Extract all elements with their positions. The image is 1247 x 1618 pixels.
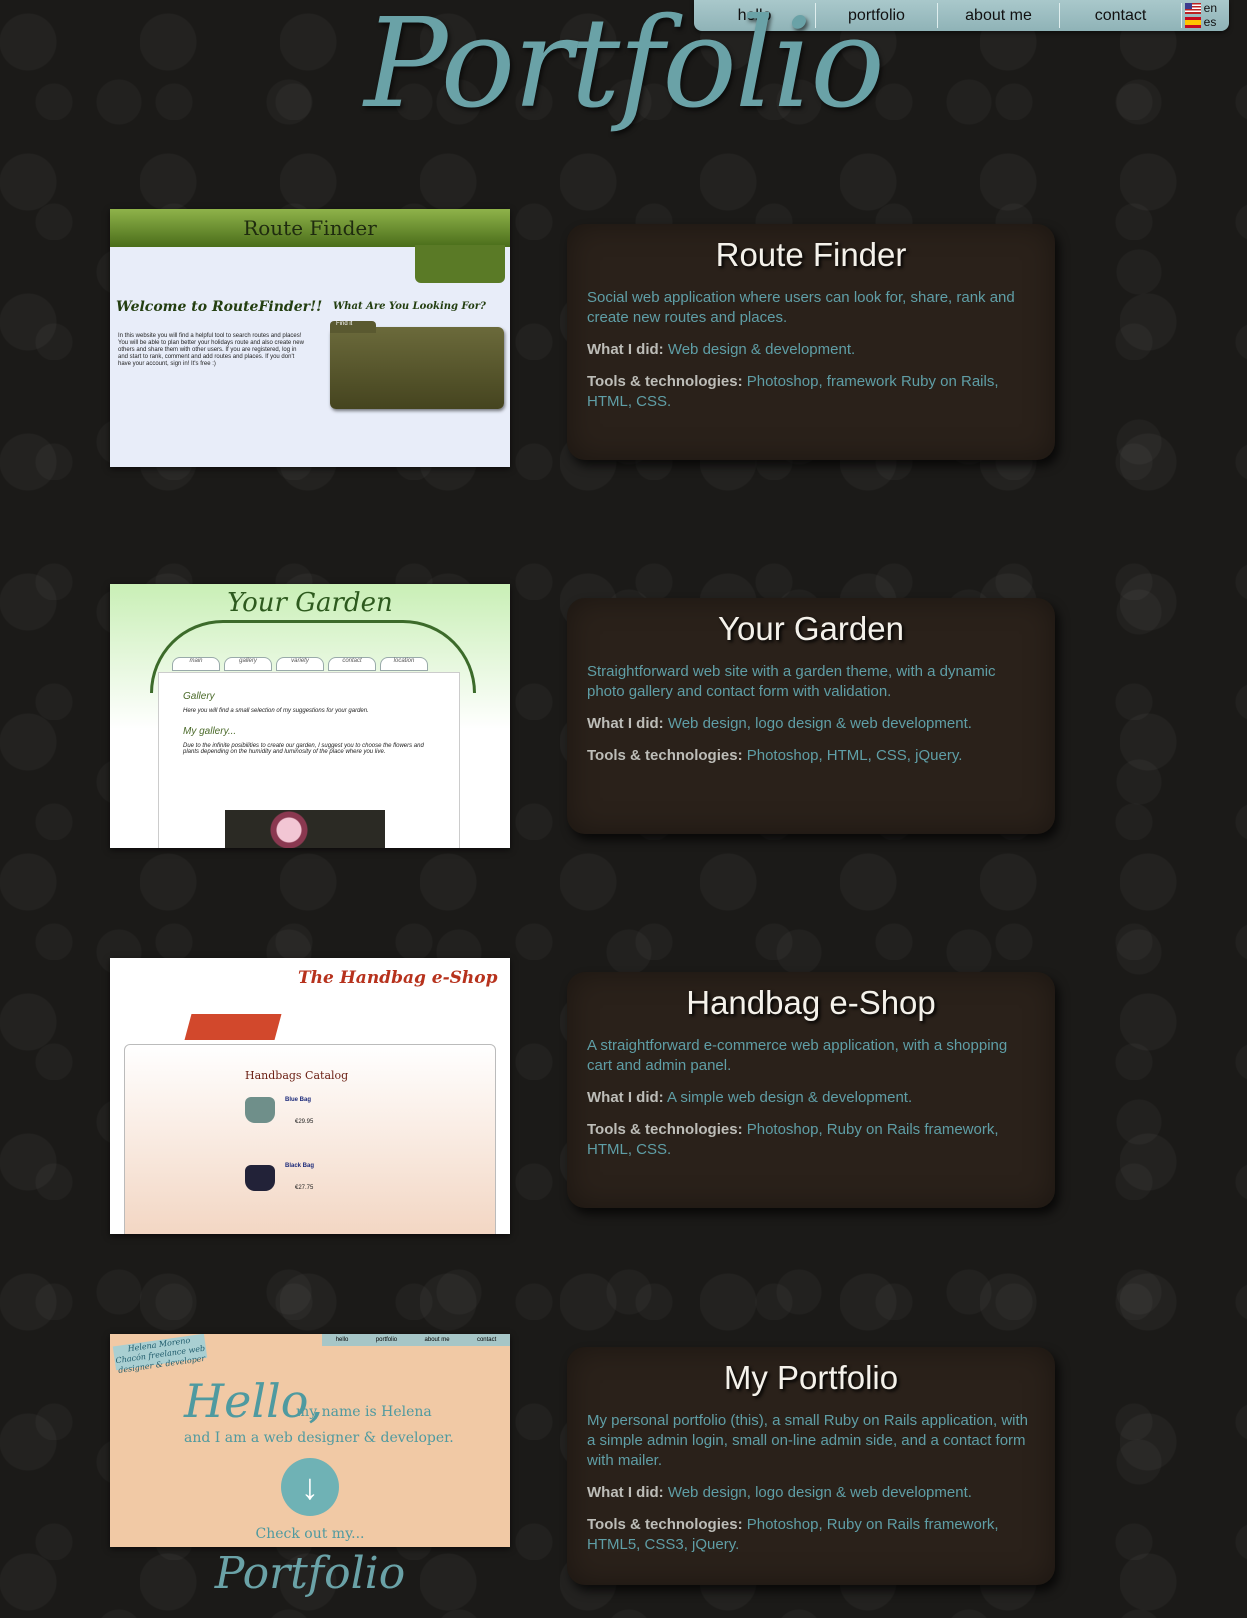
yg-tabs: main gallery variety contact location [172, 657, 428, 671]
hb-frame: Handbags Catalog Blue Bag €29.95 Black B… [124, 1044, 496, 1234]
mp-check: Check out my... [255, 1526, 365, 1542]
yg-tab: gallery [224, 657, 272, 671]
hb-item1: Blue Bag [285, 1097, 312, 1103]
project-what: What I did: Web design, logo design & we… [587, 1484, 972, 1501]
project-title: Your Garden [718, 610, 904, 647]
hb-title: The Handbag e-Shop [298, 968, 498, 988]
project-what: What I did: Web design, logo design & we… [587, 715, 972, 732]
site-title: Portfolio [364, 0, 885, 136]
your-garden-screenshot[interactable]: Your Garden main gallery variety contact… [110, 584, 510, 848]
rf-intro: In this website you will find a helpful … [118, 333, 304, 367]
handbag-shop-screenshot[interactable]: The Handbag e-Shop Handbags Catalog Blue… [110, 958, 510, 1234]
project-card-my-portfolio: My Portfolio My personal portfolio (this… [567, 1347, 1055, 1585]
project-card-your-garden: Your Garden Straightforward web site wit… [567, 598, 1055, 834]
project-card-handbag-eshop: Handbag e-Shop A straightforward e-comme… [567, 972, 1055, 1208]
rf-looking: What Are You Looking For? [333, 301, 486, 312]
hb-item2-price: €27.75 [295, 1185, 314, 1191]
yg-logo: Your Garden [227, 588, 393, 618]
rf-header: Route Finder [110, 209, 510, 247]
project-description: My personal portfolio (this), a small Ru… [587, 1412, 1029, 1469]
mp-portfolio-script: Portfolio [214, 1548, 406, 1599]
yg-subheading: My gallery... [183, 726, 237, 737]
red-rug-illustration [184, 1014, 282, 1040]
rf-find-panel: Find it [330, 321, 504, 409]
project-title: Route Finder [715, 236, 907, 273]
black-bag-icon [245, 1165, 275, 1191]
project-card-route-finder: Route Finder Social web application wher… [567, 224, 1055, 460]
flower-photo [225, 810, 385, 848]
project-what: What I did: A simple web design & develo… [587, 1089, 913, 1106]
project-description: Social web application where users can l… [587, 289, 1015, 326]
project-tools: Tools & technologies: Photoshop, Ruby on… [587, 1516, 999, 1553]
mp-name: my name is Helena [296, 1404, 432, 1420]
hb-item1-price: €29.95 [295, 1119, 314, 1125]
project-what: What I did: Web design & development. [587, 341, 856, 358]
rf-login-box [415, 245, 505, 283]
hb-catalog: Handbags Catalog [245, 1069, 349, 1082]
down-arrow-icon: ↓ [281, 1458, 339, 1516]
project-tools: Tools & technologies: Photoshop, framewo… [587, 373, 999, 410]
mp-menu: hello portfolio about me contact [322, 1334, 510, 1346]
mp-signpost: Helena Moreno Chacón freelance web desig… [112, 1334, 208, 1375]
project-description: Straightforward web site with a garden t… [587, 663, 996, 700]
project-tools: Tools & technologies: Photoshop, HTML, C… [587, 747, 963, 764]
rf-welcome: Welcome to RouteFinder!! [116, 299, 323, 315]
yg-tab: main [172, 657, 220, 671]
yg-text2: Due to the infinite posibilities to crea… [183, 743, 424, 755]
project-title: My Portfolio [723, 1359, 899, 1396]
project-tools: Tools & technologies: Photoshop, Ruby on… [587, 1121, 999, 1158]
my-portfolio-screenshot[interactable]: hello portfolio about me contact Helena … [110, 1334, 510, 1547]
project-title: Handbag e-Shop [686, 984, 936, 1021]
yg-text: Here you will find a small selection of … [183, 708, 369, 714]
project-description: A straightforward e-commerce web applica… [587, 1037, 1008, 1074]
yg-heading: Gallery [183, 691, 215, 702]
blue-bag-icon [245, 1097, 275, 1123]
hb-item2: Black Bag [285, 1163, 315, 1169]
route-finder-screenshot[interactable]: Route Finder Welcome to RouteFinder!! In… [110, 209, 510, 467]
yg-tab: contact [328, 657, 376, 671]
mp-role: and I am a web designer & developer. [184, 1430, 454, 1446]
yg-tab: variety [276, 657, 324, 671]
yg-tab: location [380, 657, 428, 671]
rf-find-tab: Find it [330, 321, 376, 333]
